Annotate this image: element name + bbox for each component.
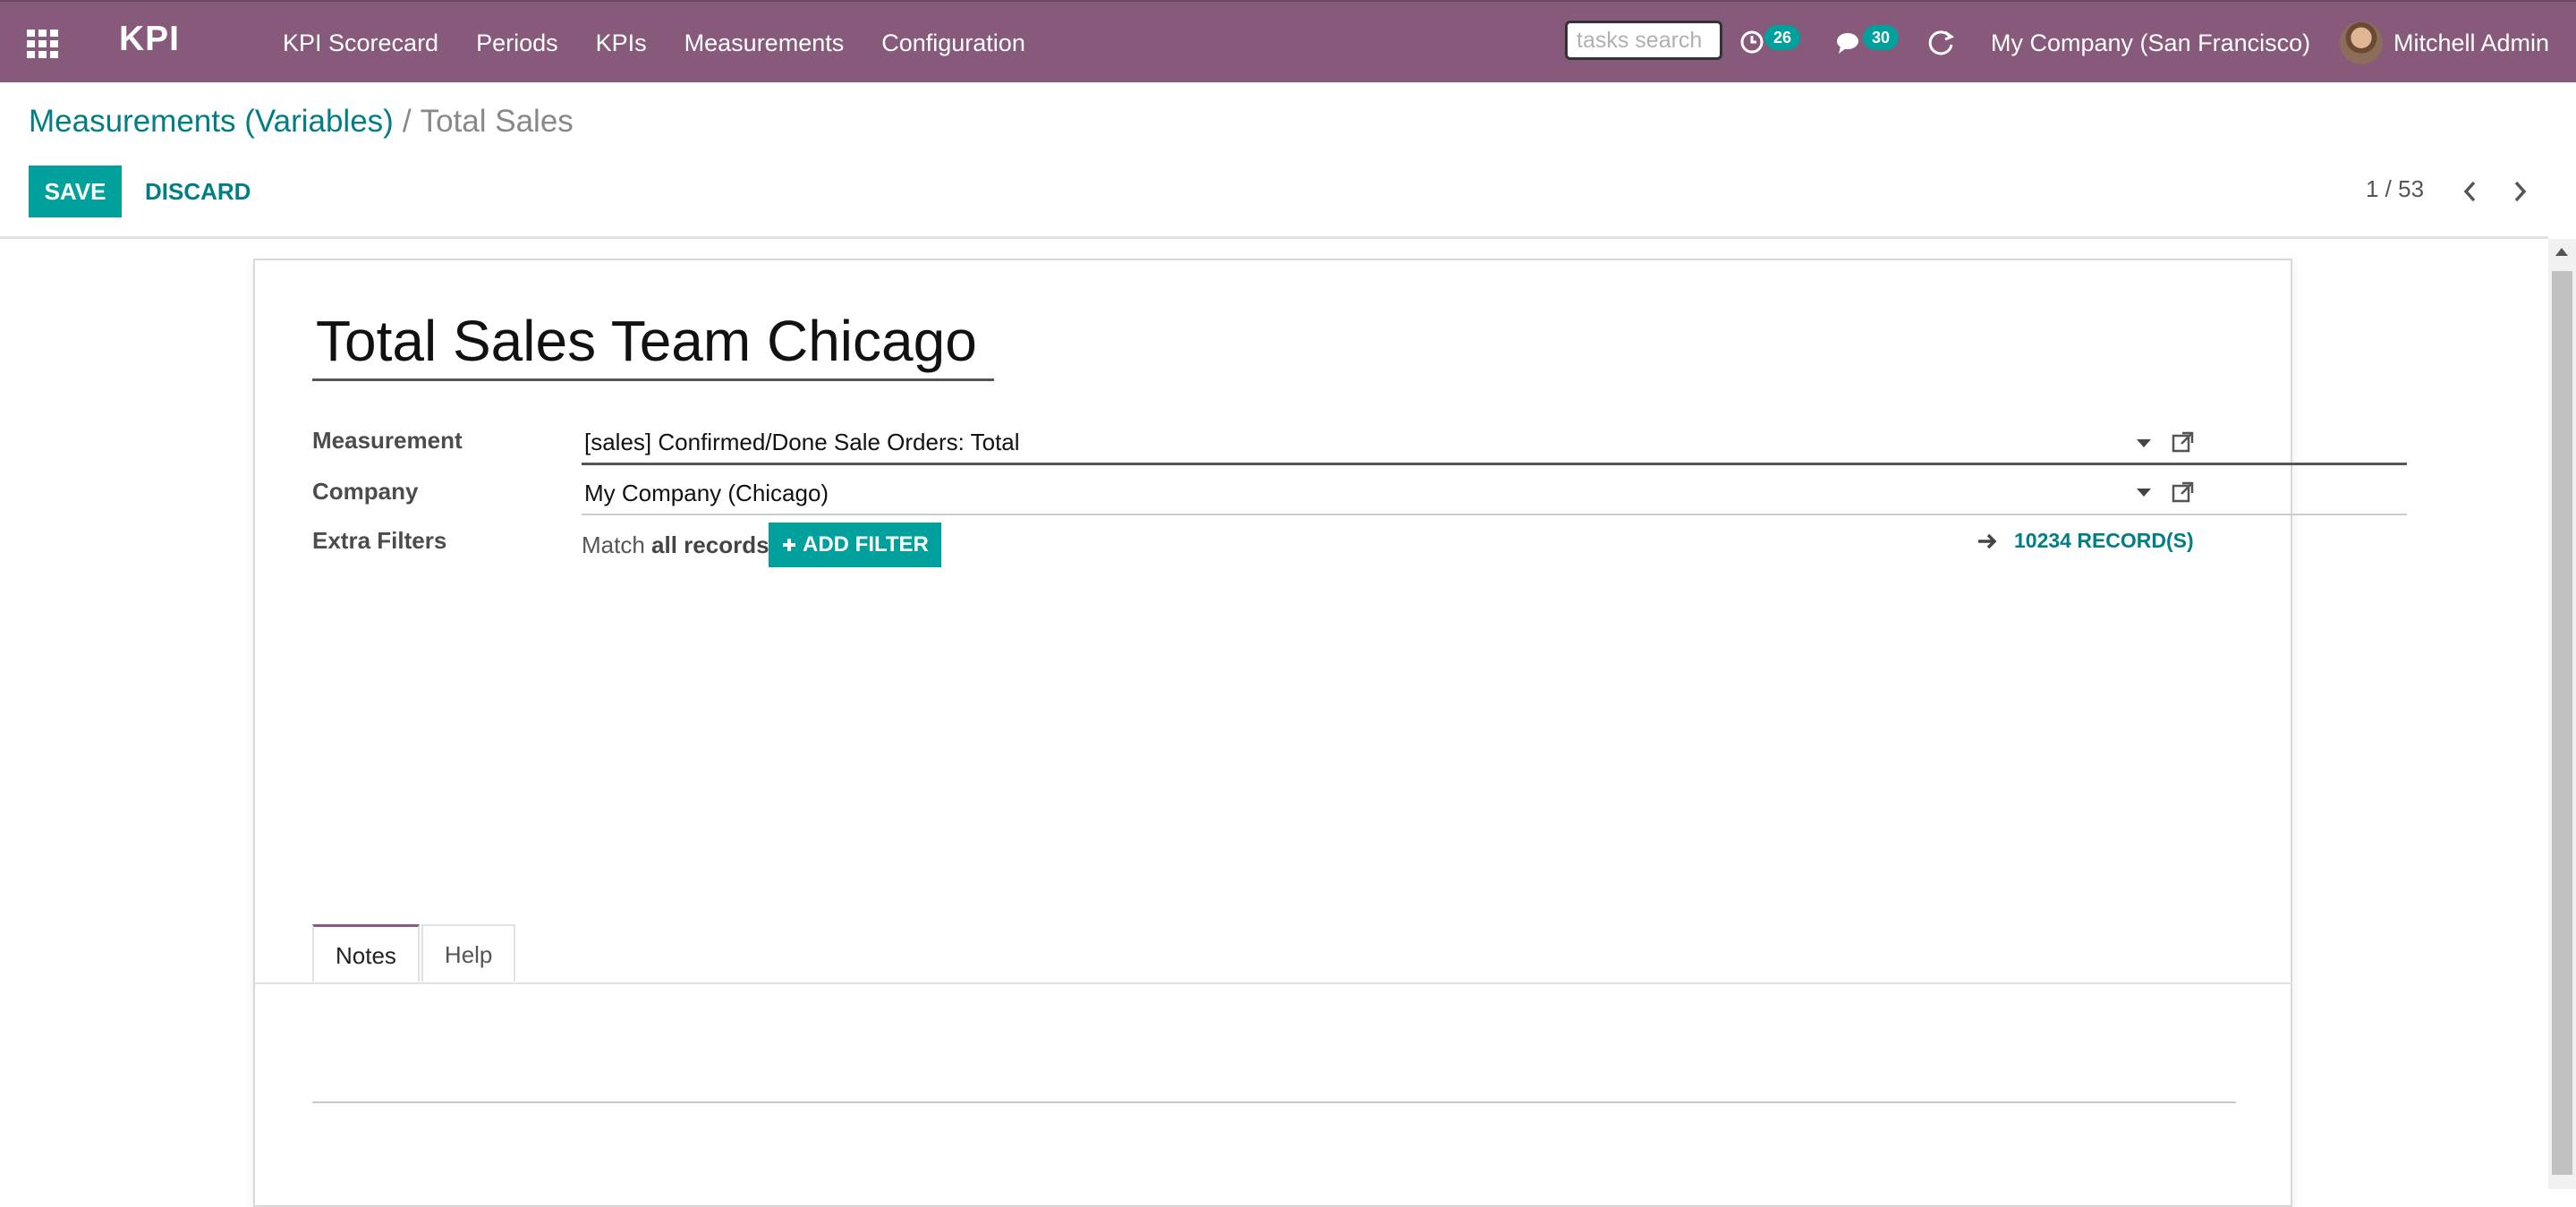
- activity-count-badge: 26: [1764, 25, 1801, 50]
- pager-counter[interactable]: 1 / 53: [2366, 175, 2424, 203]
- menu-kpis[interactable]: KPIs: [596, 2, 647, 84]
- add-filter-button[interactable]: ADD FILTER: [769, 523, 941, 567]
- measurement-field[interactable]: [sales] Confirmed/Done Sale Orders: Tota…: [584, 429, 1020, 456]
- apps-grid-icon[interactable]: [27, 29, 63, 59]
- tab-notes[interactable]: Notes: [312, 924, 420, 982]
- menu-periods[interactable]: Periods: [476, 2, 558, 84]
- plus-icon: [783, 539, 795, 551]
- title-field-wrapper: [312, 307, 994, 381]
- company-underline: [582, 514, 2407, 515]
- dropdown-caret-icon[interactable]: [2137, 489, 2151, 497]
- records-count-link[interactable]: 10234 RECORD(S): [1977, 529, 2194, 553]
- clock-icon[interactable]: [1739, 29, 1766, 55]
- scroll-up-arrow-icon[interactable]: [2555, 248, 2568, 256]
- tab-help[interactable]: Help: [421, 924, 516, 982]
- measurement-underline: [582, 463, 2407, 465]
- chat-icon[interactable]: [1836, 30, 1863, 55]
- breadcrumb-current: Total Sales: [420, 104, 574, 139]
- match-prefix: Match: [582, 531, 645, 558]
- records-count-label: 10234 RECORD(S): [2014, 529, 2194, 552]
- scrollbar-thumb[interactable]: [2552, 271, 2572, 1175]
- company-label: Company: [312, 478, 419, 505]
- notebook-tabs: Notes Help: [312, 924, 516, 982]
- breadcrumb-separator: /: [402, 104, 412, 139]
- extra-filters-label: Extra Filters: [312, 527, 447, 554]
- arrow-right-icon: [1978, 533, 1997, 548]
- company-switcher[interactable]: My Company (San Francisco): [1991, 2, 2310, 84]
- notes-field[interactable]: [312, 1101, 2236, 1103]
- form-sheet: Measurement [sales] Confirmed/Done Sale …: [253, 259, 2407, 1207]
- user-menu[interactable]: Mitchell Admin: [2393, 2, 2549, 84]
- save-button[interactable]: SAVE: [29, 166, 122, 217]
- add-filter-label: ADD FILTER: [803, 532, 929, 557]
- menu-measurements[interactable]: Measurements: [684, 2, 845, 84]
- refresh-icon[interactable]: [1927, 29, 1956, 57]
- tasks-search-input[interactable]: [1565, 21, 1722, 60]
- company-field[interactable]: My Company (Chicago): [584, 480, 829, 507]
- dropdown-caret-icon[interactable]: [2137, 439, 2151, 447]
- discard-button[interactable]: DISCARD: [132, 166, 263, 217]
- measurement-label: Measurement: [312, 427, 463, 454]
- external-link-icon[interactable]: [2172, 430, 2195, 454]
- menu-kpi-scorecard[interactable]: KPI Scorecard: [283, 2, 438, 84]
- breadcrumb: Measurements (Variables) / Total Sales: [29, 104, 574, 140]
- top-navbar: KPI KPI Scorecard Periods KPIs Measureme…: [0, 0, 2576, 82]
- app-brand[interactable]: KPI: [119, 20, 180, 59]
- form-view: Measurement [sales] Confirmed/Done Sale …: [0, 239, 2548, 1207]
- match-value: all records: [651, 531, 769, 558]
- main-menu: KPI Scorecard Periods KPIs Measurements …: [283, 2, 1063, 84]
- domain-match-text: Match all records: [582, 531, 769, 559]
- breadcrumb-parent-link[interactable]: Measurements (Variables): [29, 104, 394, 139]
- chevron-right-icon[interactable]: [2510, 175, 2537, 208]
- messages-count-badge: 30: [1863, 25, 1900, 50]
- tabs-divider: [255, 982, 2292, 984]
- record-name-input[interactable]: [316, 307, 994, 375]
- menu-configuration[interactable]: Configuration: [881, 2, 1025, 84]
- chevron-left-icon[interactable]: [2459, 175, 2486, 208]
- vertical-scrollbar[interactable]: [2548, 239, 2576, 1189]
- user-avatar[interactable]: [2340, 21, 2383, 64]
- external-link-icon[interactable]: [2172, 480, 2195, 504]
